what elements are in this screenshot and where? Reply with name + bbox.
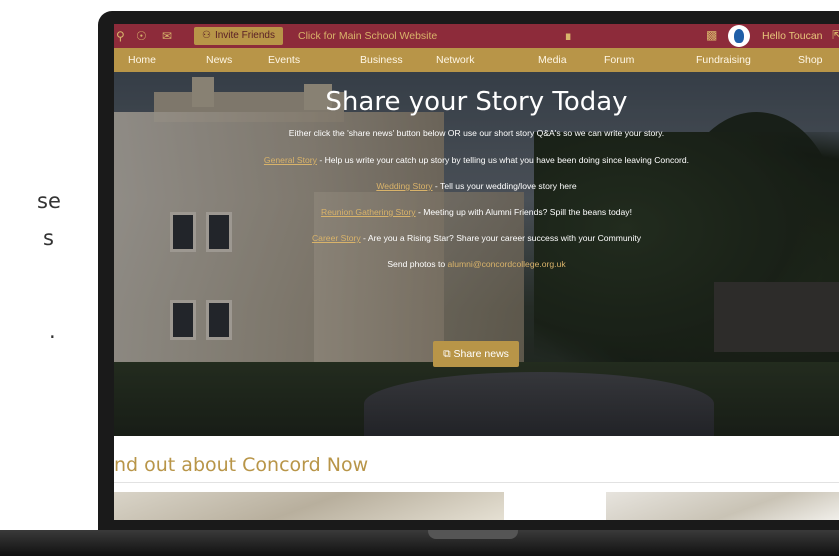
- share-news-button[interactable]: ⧉ Share news: [433, 341, 519, 367]
- reunion-story-link[interactable]: Reunion Gathering Story: [321, 207, 416, 217]
- bank-icon[interactable]: ∎: [564, 28, 572, 44]
- laptop-notch: [428, 530, 518, 539]
- share-icon: ⧉: [443, 348, 451, 360]
- invite-friends-label: Invite Friends: [214, 30, 275, 41]
- nav-item-fundraising[interactable]: Fundraising: [696, 54, 751, 66]
- bell-icon[interactable]: ☉: [136, 29, 147, 43]
- nav-item-home[interactable]: Home: [128, 54, 156, 66]
- story-line-general: General Story - Help us write your catch…: [114, 155, 839, 165]
- side-copy-line-2: s: [43, 226, 54, 250]
- laptop-base: [0, 530, 839, 556]
- people-icon: ⚇: [202, 30, 211, 41]
- main-nav: Home News Events Business Network Media …: [114, 48, 839, 72]
- nav-item-news[interactable]: News: [206, 54, 232, 66]
- career-story-link[interactable]: Career Story: [312, 233, 361, 243]
- stats-icon[interactable]: ▩: [706, 28, 717, 42]
- reunion-story-text: - Meeting up with Alumni Friends? Spill …: [415, 207, 632, 217]
- laptop-screen: ⚲ ☉ ✉ ⚇ Invite Friends Click for Main Sch…: [114, 24, 839, 520]
- section-title: nd out about Concord Now: [114, 454, 369, 476]
- general-story-link[interactable]: General Story: [264, 155, 317, 165]
- alumni-email-link[interactable]: alumni@concordcollege.org.uk: [448, 259, 566, 269]
- search-icon[interactable]: ⚲: [116, 29, 125, 43]
- section-divider: [114, 482, 839, 483]
- wedding-story-link[interactable]: Wedding Story: [376, 181, 432, 191]
- user-greeting[interactable]: Hello Toucan: [762, 30, 823, 42]
- avatar[interactable]: [728, 25, 750, 47]
- side-copy-line-1: se: [37, 189, 61, 213]
- nav-item-events[interactable]: Events: [268, 54, 300, 66]
- mail-icon[interactable]: ✉: [162, 29, 172, 43]
- nav-item-media[interactable]: Media: [538, 54, 567, 66]
- nav-item-business[interactable]: Business: [360, 54, 403, 66]
- news-card-image[interactable]: [114, 492, 504, 520]
- send-photos-prefix: Send photos to: [387, 259, 448, 269]
- general-story-text: - Help us write your catch up story by t…: [316, 155, 690, 165]
- story-line-wedding: Wedding Story - Tell us your wedding/lov…: [114, 181, 839, 191]
- wedding-story-text: - Tell us your wedding/love story here: [432, 181, 577, 191]
- nav-item-forum[interactable]: Forum: [604, 54, 634, 66]
- story-line-reunion: Reunion Gathering Story - Meeting up wit…: [114, 207, 839, 217]
- hero-overlay: [114, 72, 839, 436]
- hero-title: Share your Story Today: [325, 87, 628, 117]
- share-news-label: Share news: [453, 348, 509, 360]
- story-line-career: Career Story - Are you a Rising Star? Sh…: [114, 233, 839, 243]
- hero-banner: Share your Story Today Either click the …: [114, 72, 839, 436]
- nav-item-shop[interactable]: Shop: [798, 54, 823, 66]
- side-copy-line-3: .: [49, 319, 56, 343]
- logout-icon[interactable]: ⇱: [832, 28, 839, 42]
- top-utility-bar: ⚲ ☉ ✉ ⚇ Invite Friends Click for Main Sch…: [114, 24, 839, 48]
- invite-friends-button[interactable]: ⚇ Invite Friends: [194, 27, 283, 45]
- page: se s . ⚲ ☉ ✉ ⚇ Invite Friends Click for M…: [0, 0, 839, 556]
- send-photos-line: Send photos to alumni@concordcollege.org…: [114, 259, 839, 269]
- news-card-image[interactable]: [606, 492, 839, 520]
- hero-intro: Either click the 'share news' button bel…: [288, 128, 665, 138]
- nav-item-network[interactable]: Network: [436, 54, 475, 66]
- career-story-text: - Are you a Rising Star? Share your care…: [360, 233, 642, 243]
- main-school-website-link[interactable]: Click for Main School Website: [298, 30, 437, 42]
